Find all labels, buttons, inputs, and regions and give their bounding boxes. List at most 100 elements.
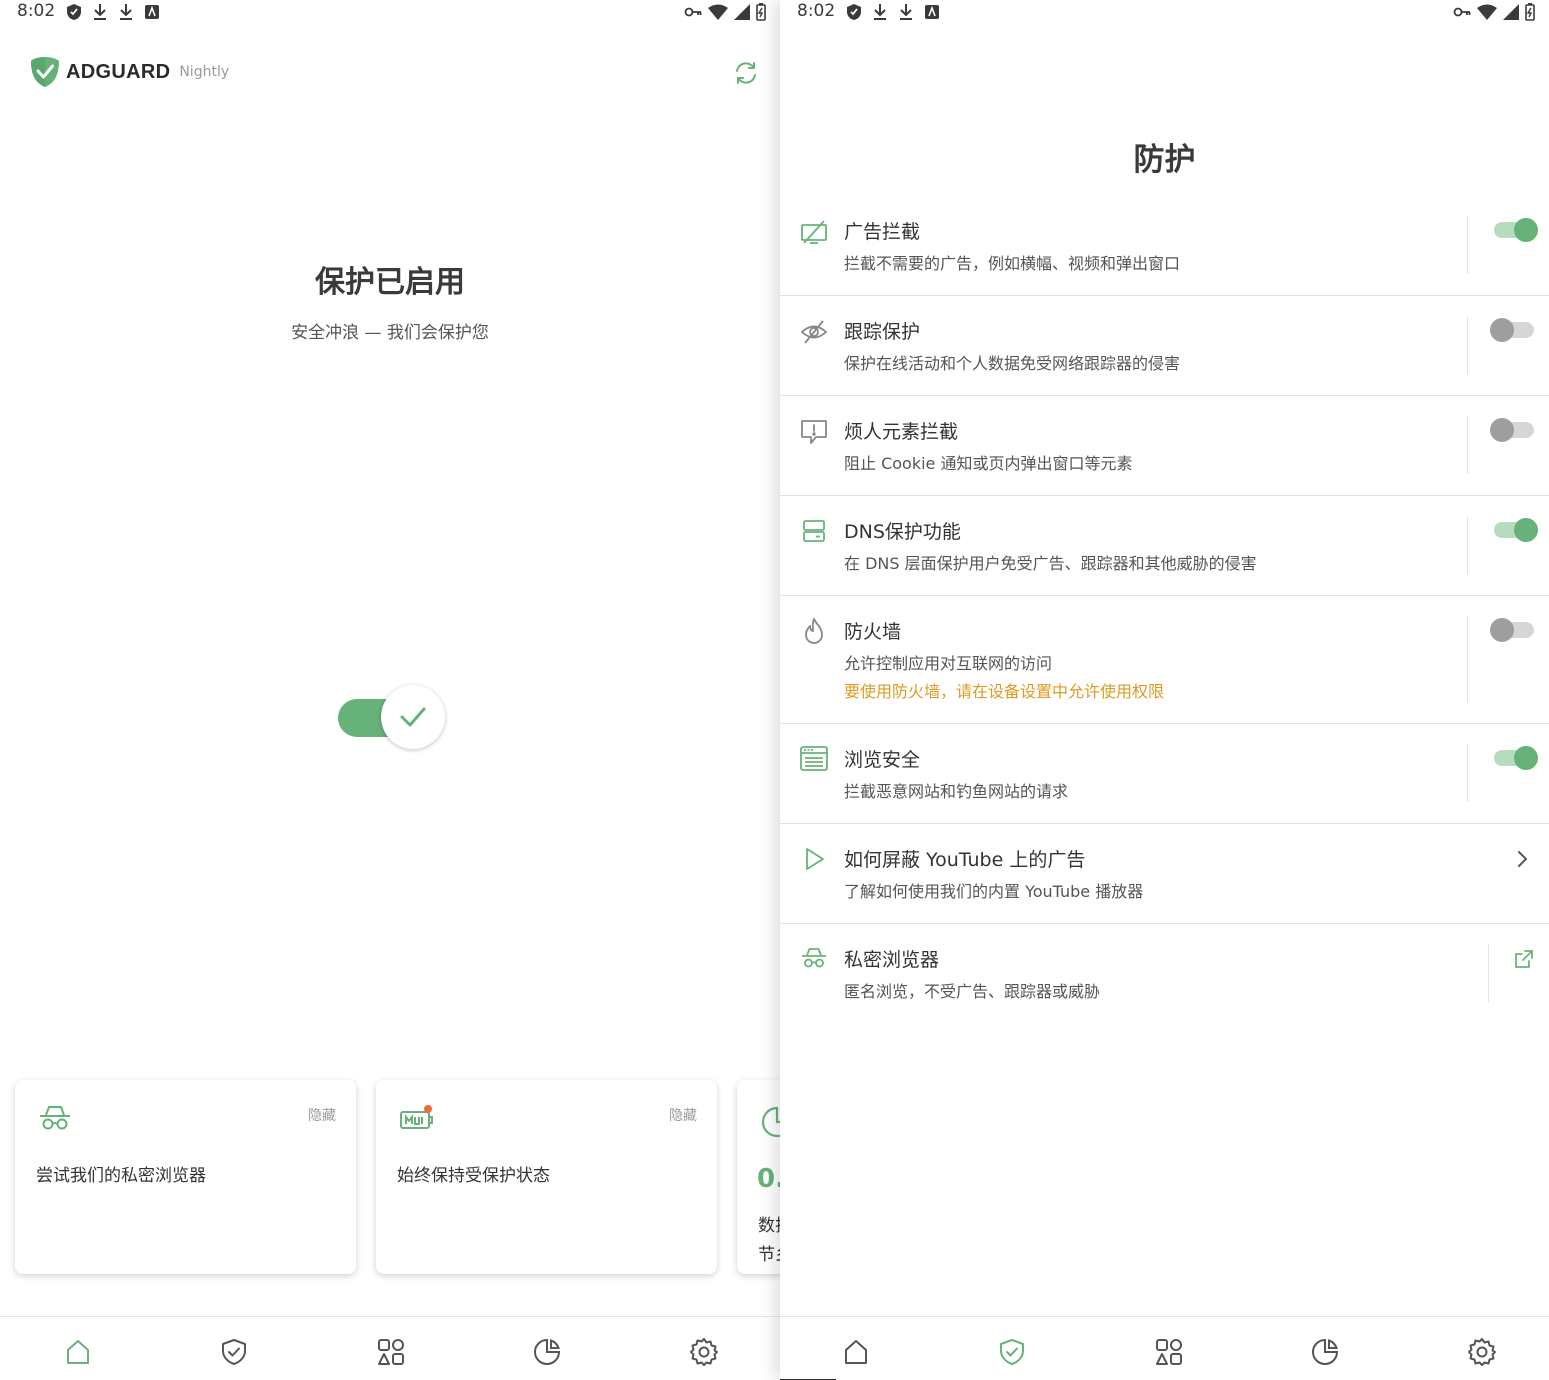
stay-protected-card[interactable]: 隐藏 始终保持受保护状态 (376, 1080, 717, 1274)
dns-icon (803, 520, 825, 542)
build-label: Nightly (179, 64, 230, 80)
row-divider (1467, 516, 1468, 574)
row-title: 私密浏览器 (844, 949, 940, 971)
dns-protection-row[interactable]: DNS保护功能 在 DNS 层面保护用户免受广告、跟踪器和其他威胁的侵害 (780, 496, 1549, 596)
shield-icon (222, 1339, 246, 1365)
nav-statistics[interactable] (532, 1337, 562, 1367)
nav-home[interactable] (63, 1337, 93, 1367)
shield-notification-icon (67, 4, 81, 20)
wifi-icon (1477, 4, 1497, 20)
vpn-key-icon (1453, 7, 1471, 17)
download-icon (900, 4, 912, 20)
incognito-icon (802, 948, 826, 968)
statistics-icon (534, 1338, 561, 1365)
nav-apps[interactable] (376, 1337, 406, 1367)
status-time: 8:02 (797, 1, 836, 21)
adguard-shield-icon (31, 57, 59, 87)
browsing-security-toggle[interactable] (1494, 744, 1542, 772)
row-title: 防火墙 (844, 621, 902, 643)
firewall-toggle[interactable] (1490, 616, 1542, 644)
firewall-permission-warning[interactable]: 要使用防火墙，请在设备设置中允许使用权限 (844, 678, 1164, 702)
home-icon (67, 1340, 89, 1364)
app-notification-icon (925, 5, 939, 19)
tracking-protection-row[interactable]: 跟踪保护 保护在线活动和个人数据免受网络跟踪器的侵害 (780, 296, 1549, 396)
pie-chart-icon (761, 1106, 780, 1138)
annoyance-blocking-toggle[interactable] (1490, 416, 1542, 444)
row-title: 如何屏蔽 YouTube 上的广告 (844, 849, 1086, 871)
logo-text: ADGUARD (66, 60, 171, 83)
status-time: 8:02 (17, 1, 56, 21)
row-divider (1467, 216, 1468, 274)
annoyance-icon (801, 420, 827, 444)
nav-protection[interactable] (219, 1337, 249, 1367)
signal-icon (734, 4, 750, 20)
shield-notification-icon (847, 4, 861, 20)
home-screen: 8:02 ADGUARD Nightly 保护已启用 安全冲浪 — 我们会保护您… (0, 0, 780, 1380)
play-icon (806, 848, 824, 870)
card-text: 数排 (758, 1216, 780, 1236)
annoyance-blocking-row[interactable]: 烦人元素拦截 阻止 Cookie 通知或页内弹出窗口等元素 (780, 396, 1549, 496)
ad-blocking-toggle[interactable] (1494, 216, 1542, 244)
system-icons (684, 3, 766, 21)
bottom-navigation (0, 1316, 780, 1380)
battery-notification-icon (400, 1105, 433, 1129)
signal-icon (1503, 4, 1519, 20)
notification-icons (846, 3, 940, 21)
wifi-icon (708, 4, 728, 20)
page-title: 防护 (1133, 142, 1196, 178)
row-title: 浏览安全 (844, 749, 921, 771)
incognito-icon (40, 1106, 70, 1130)
ad-blocking-row[interactable]: 广告拦截 拦截不需要的广告，例如横幅、视频和弹出窗口 (780, 196, 1549, 296)
row-title: DNS保护功能 (844, 521, 961, 543)
nav-statistics[interactable] (1310, 1337, 1340, 1367)
notification-icons (66, 3, 160, 21)
download-icon (94, 4, 106, 20)
card-value: 0. (757, 1164, 780, 1194)
protection-toggle[interactable] (338, 684, 448, 752)
tracking-protection-toggle[interactable] (1490, 316, 1542, 344)
protection-status-subtitle: 安全冲浪 — 我们会保护您 (291, 323, 489, 343)
checkmark-icon (400, 707, 426, 727)
external-link-icon[interactable] (1513, 948, 1535, 970)
vpn-key-icon (684, 7, 702, 17)
shield-icon (1000, 1339, 1024, 1365)
system-icons (1453, 3, 1535, 21)
youtube-ad-blocking-row[interactable]: 如何屏蔽 YouTube 上的广告 了解如何使用我们的内置 YouTube 播放… (780, 824, 1549, 924)
browsing-security-icon (800, 746, 828, 771)
row-title: 跟踪保护 (844, 321, 921, 343)
row-subtitle: 拦截不需要的广告，例如横幅、视频和弹出窗口 (844, 254, 1181, 273)
row-subtitle: 匿名浏览，不受广告、跟踪器或威胁 (844, 982, 1101, 1001)
row-subtitle: 拦截恶意网站和钓鱼网站的请求 (844, 782, 1069, 801)
firewall-row[interactable]: 防火墙 允许控制应用对互联网的访问 要使用防火墙，请在设备设置中允许使用权限 (780, 596, 1549, 724)
row-divider (1488, 944, 1489, 1002)
home-icon (845, 1340, 867, 1364)
nav-settings[interactable] (1467, 1337, 1497, 1367)
nav-home[interactable] (841, 1337, 871, 1367)
nav-protection[interactable] (997, 1337, 1027, 1367)
statistics-icon (1312, 1338, 1339, 1365)
bottom-navigation (780, 1316, 1549, 1380)
nav-apps[interactable] (1154, 1337, 1184, 1367)
row-divider (1467, 416, 1468, 474)
card-text: 始终保持受保护状态 (397, 1166, 550, 1186)
statistics-card[interactable]: 0. 数排 节乡 (737, 1080, 780, 1274)
nav-settings[interactable] (689, 1337, 719, 1367)
private-browser-card[interactable]: 隐藏 尝试我们的私密浏览器 (15, 1080, 356, 1274)
settings-icon (1468, 1338, 1496, 1366)
adguard-logo: ADGUARD Nightly (30, 56, 229, 88)
refresh-button[interactable] (732, 59, 760, 91)
row-title: 广告拦截 (844, 221, 921, 243)
hide-card-button[interactable]: 隐藏 (669, 1105, 697, 1125)
firewall-icon (805, 618, 823, 644)
row-divider (1467, 744, 1468, 802)
chevron-right-icon (1518, 851, 1527, 867)
refresh-icon (736, 62, 756, 84)
row-divider (1467, 616, 1468, 702)
apps-icon (378, 1339, 404, 1365)
hide-card-button[interactable]: 隐藏 (308, 1105, 336, 1125)
app-notification-icon (145, 5, 159, 19)
dns-protection-toggle[interactable] (1494, 516, 1542, 544)
private-browser-row[interactable]: 私密浏览器 匿名浏览，不受广告、跟踪器或威胁 (780, 924, 1549, 1024)
row-subtitle: 阻止 Cookie 通知或页内弹出窗口等元素 (844, 454, 1133, 473)
browsing-security-row[interactable]: 浏览安全 拦截恶意网站和钓鱼网站的请求 (780, 724, 1549, 824)
